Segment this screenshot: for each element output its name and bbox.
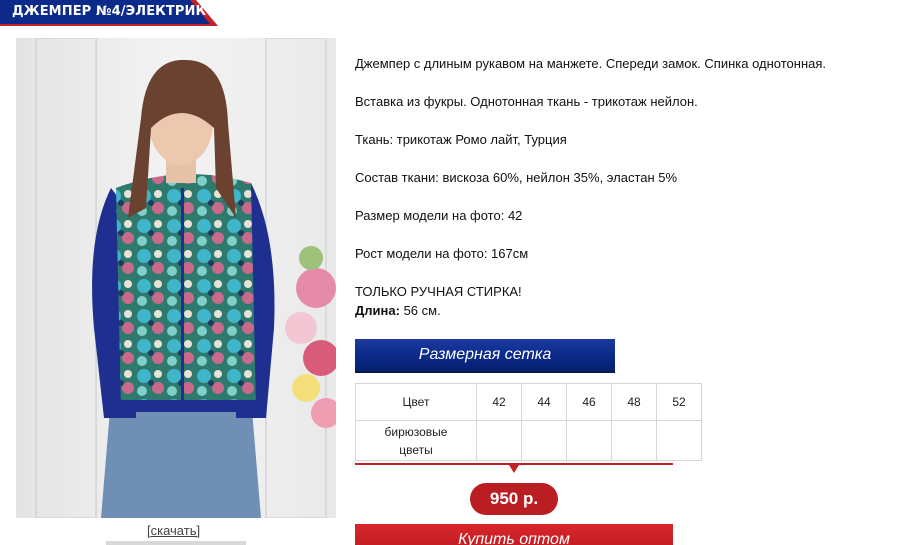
size-header-48: 48 <box>611 383 657 421</box>
quantity-cell-44[interactable] <box>521 420 567 461</box>
product-title: ДЖЕМПЕР №4/ЭЛЕКТРИК <box>12 4 207 19</box>
model-height-info: Рост модели на фото: 167см <box>355 246 529 261</box>
quantity-cell-52[interactable] <box>656 420 702 461</box>
size-header-44: 44 <box>521 383 567 421</box>
description-line-2: Вставка из фукры. Однотонная ткань - три… <box>355 94 698 109</box>
size-table-header-row: Цвет 42 44 46 48 52 <box>355 383 702 421</box>
product-photo[interactable] <box>16 38 336 518</box>
length-info: Длина: 56 см. <box>355 303 441 318</box>
model-size-info: Размер модели на фото: 42 <box>355 208 523 223</box>
price-pointer-icon <box>509 465 519 473</box>
model-illustration <box>16 38 336 518</box>
table-row: бирюзовые цветы <box>355 420 702 461</box>
download-link[interactable]: [скачать] <box>147 523 200 538</box>
length-label: Длина: <box>355 303 400 318</box>
color-name-cell: бирюзовые цветы <box>355 420 477 461</box>
size-header-42: 42 <box>476 383 522 421</box>
quantity-cell-48[interactable] <box>611 420 657 461</box>
size-header-46: 46 <box>566 383 612 421</box>
buy-wholesale-button[interactable]: Купить оптом <box>355 524 673 545</box>
color-name-line-2: цветы <box>399 442 433 457</box>
quantity-cell-46[interactable] <box>566 420 612 461</box>
size-grid-button[interactable]: Размерная сетка <box>355 339 615 373</box>
size-table: Цвет 42 44 46 48 52 бирюзовые цветы <box>355 383 702 461</box>
size-header-52: 52 <box>656 383 702 421</box>
color-header: Цвет <box>355 383 477 421</box>
photo-divider <box>106 541 246 545</box>
quantity-cell-42[interactable] <box>476 420 522 461</box>
composition-info: Состав ткани: вискоза 60%, нейлон 35%, э… <box>355 170 678 185</box>
length-value: 56 см. <box>403 303 441 318</box>
fabric-info: Ткань: трикотаж Ромо лайт, Турция <box>355 132 567 147</box>
color-name-line-1: бирюзовые <box>384 424 448 439</box>
product-title-tab: ДЖЕМПЕР №4/ЭЛЕКТРИК <box>0 0 218 26</box>
wash-instructions: ТОЛЬКО РУЧНАЯ СТИРКА! <box>355 284 522 299</box>
price-badge: 950 р. <box>470 483 558 515</box>
description-line-1: Джемпер с длиным рукавом на манжете. Спе… <box>355 56 827 71</box>
